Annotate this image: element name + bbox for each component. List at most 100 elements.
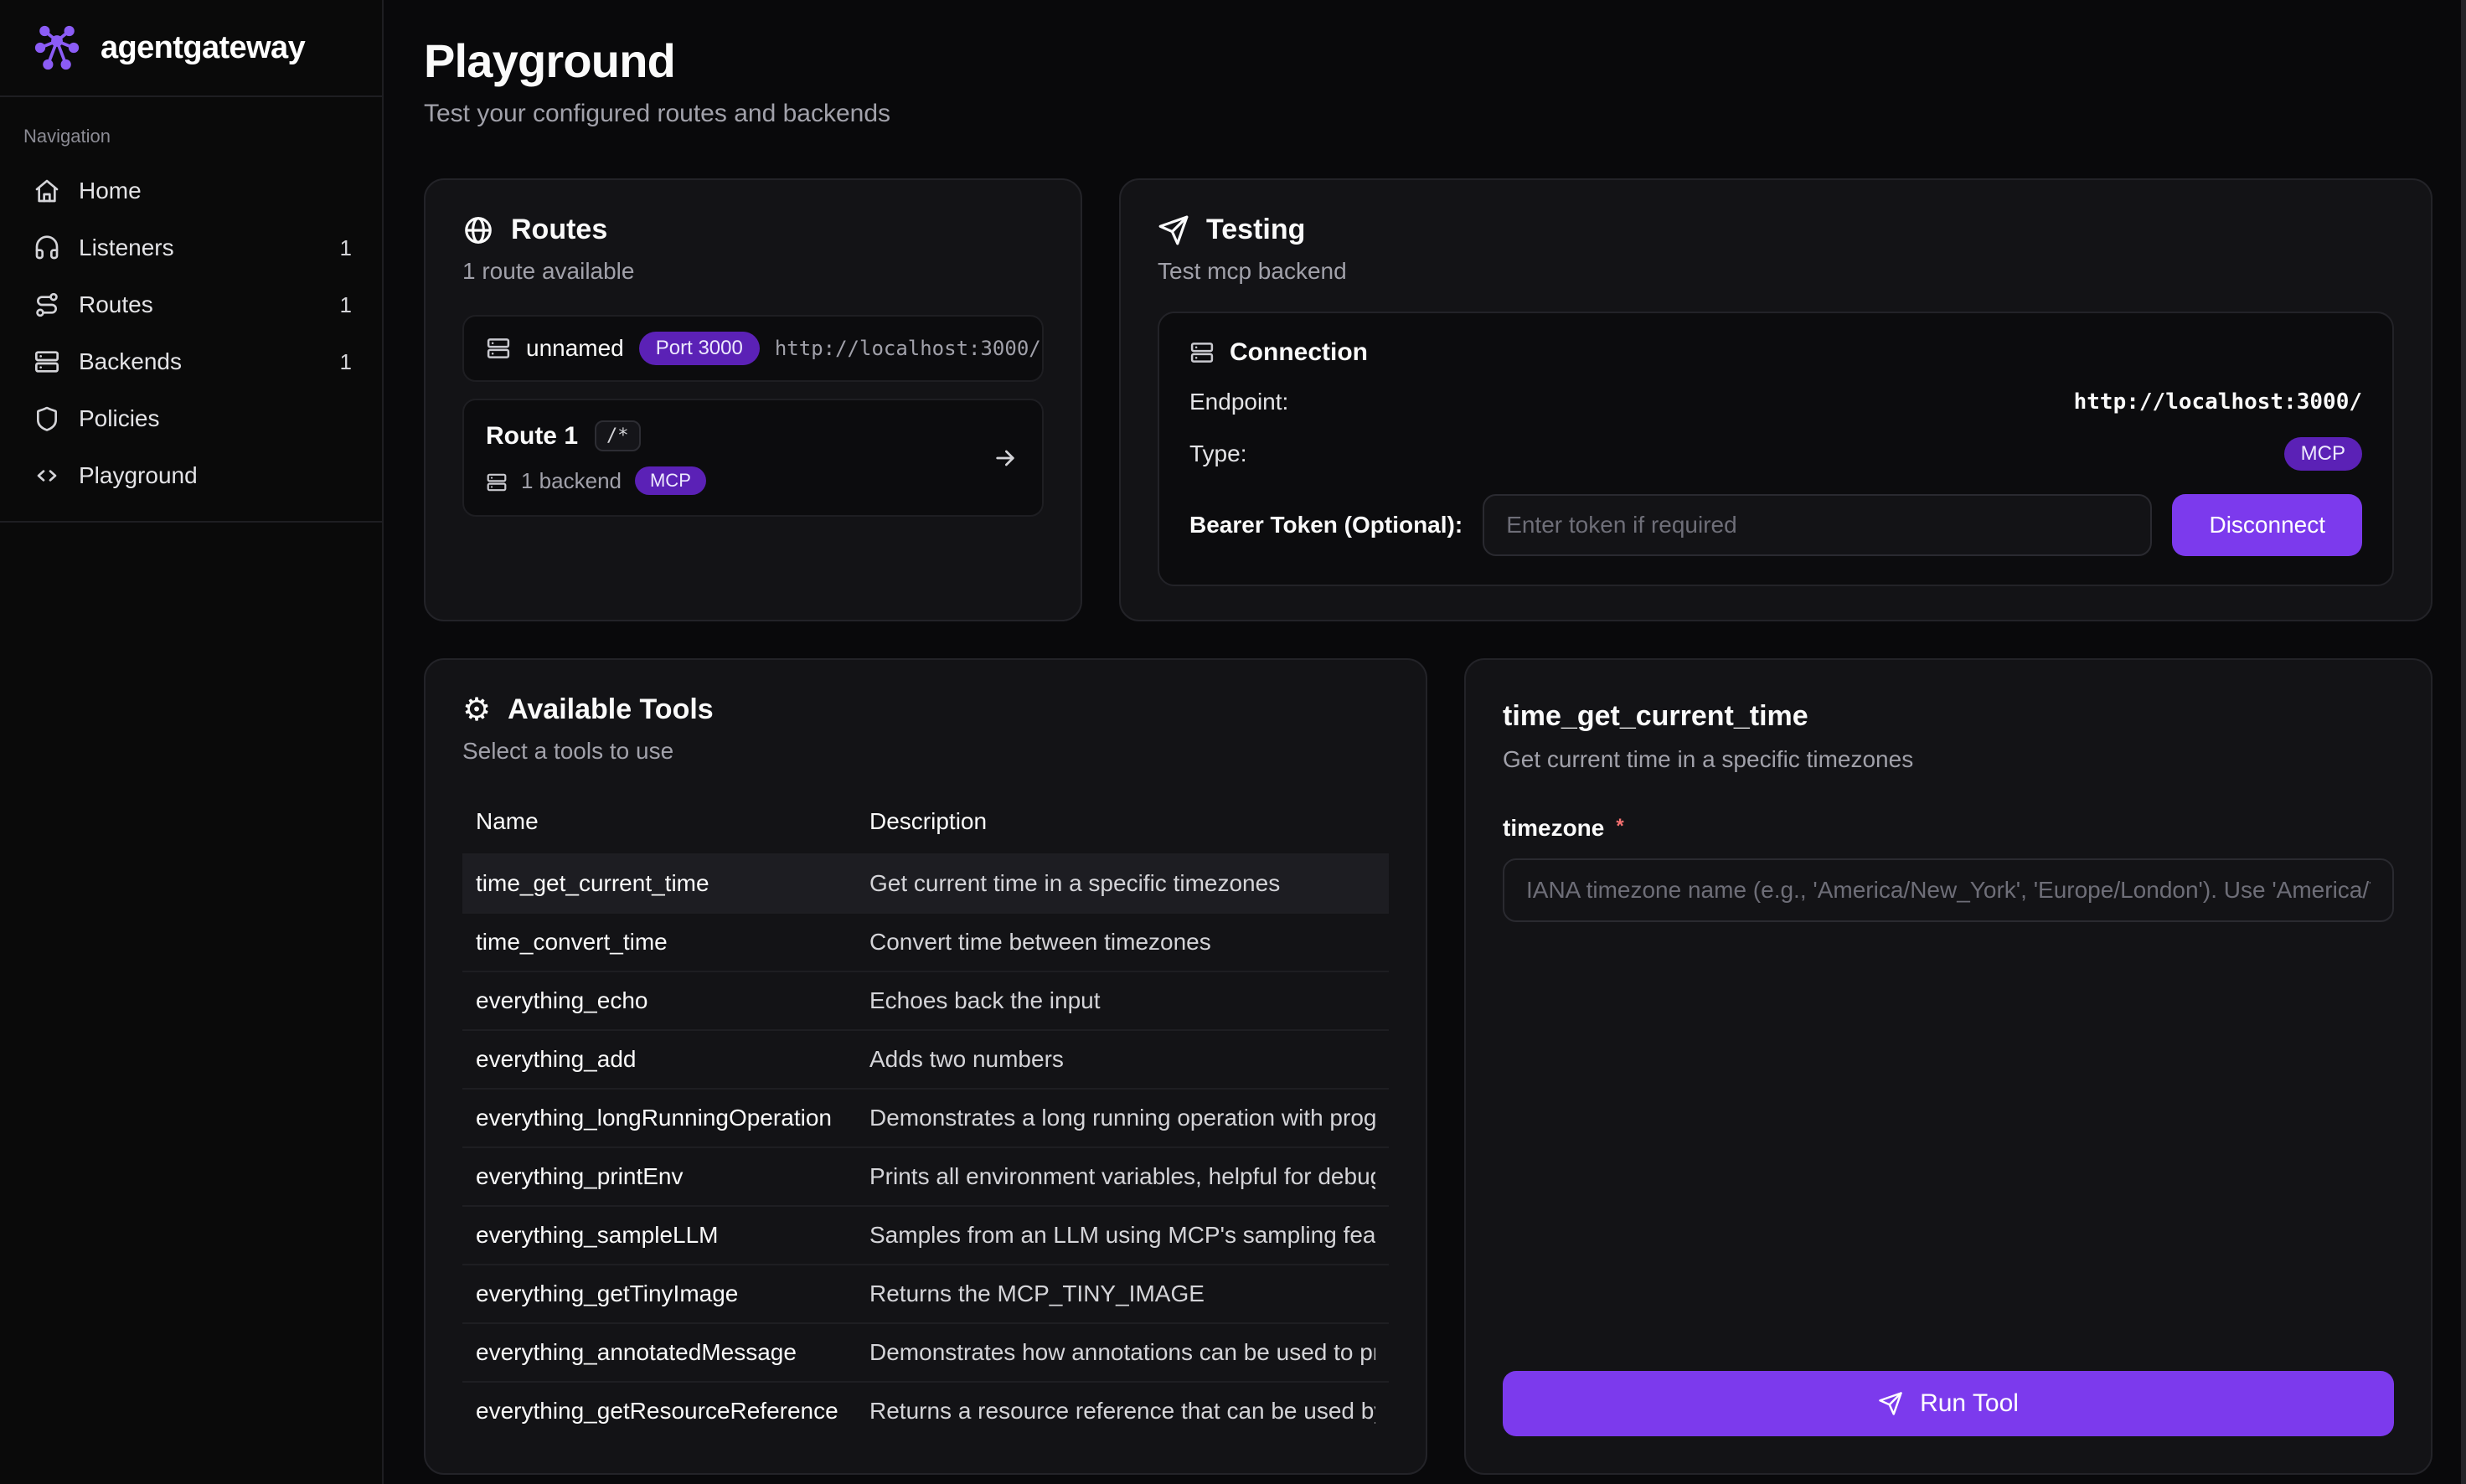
- column-header-name: Name: [476, 808, 869, 835]
- tool-description: Returns the MCP_TINY_IMAGE: [869, 1280, 1375, 1307]
- available-tools-card: ⚙ Available Tools Select a tools to use …: [424, 658, 1427, 1475]
- tool-description: Samples from an LLM using MCP's sampling…: [869, 1222, 1375, 1249]
- run-tool-label: Run Tool: [1920, 1389, 2019, 1418]
- tool-name: everything_getTinyImage: [476, 1280, 869, 1307]
- route-name: Route 1: [486, 422, 578, 451]
- connection-panel: Connection Endpoint: http://localhost:30…: [1158, 312, 2394, 586]
- tool-row-everything_getResourceReference[interactable]: everything_getResourceReference Returns …: [462, 1381, 1389, 1440]
- tool-description: Prints all environment variables, helpfu…: [869, 1163, 1375, 1190]
- top-row: Routes 1 route available unnamed Port 30…: [424, 178, 2432, 621]
- sidebar-item-label: Routes: [79, 291, 153, 318]
- tool-row-everything_sampleLLM[interactable]: everything_sampleLLM Samples from an LLM…: [462, 1205, 1389, 1264]
- routes-card: Routes 1 route available unnamed Port 30…: [424, 178, 1082, 621]
- sidebar-item-playground[interactable]: Playground: [0, 447, 382, 504]
- scrollbar[interactable]: [2461, 0, 2466, 1484]
- port-badge: Port 3000: [639, 332, 760, 365]
- server-rack-icon: [486, 470, 508, 492]
- required-marker: *: [1616, 815, 1623, 837]
- sidebar-item-routes[interactable]: Routes 1: [0, 276, 382, 333]
- timezone-input[interactable]: [1503, 858, 2394, 922]
- tool-name: everything_add: [476, 1046, 869, 1073]
- routes-card-header: Routes: [462, 214, 1044, 246]
- send-icon: [1878, 1391, 1903, 1416]
- bottom-row: ⚙ Available Tools Select a tools to use …: [424, 658, 2432, 1475]
- tool-row-everything_add[interactable]: everything_add Adds two numbers: [462, 1029, 1389, 1088]
- tool-name: everything_printEnv: [476, 1163, 869, 1190]
- home-icon: [34, 178, 60, 204]
- page-title: Playground: [424, 33, 2432, 88]
- sidebar: agentgateway Navigation Home Listeners 1: [0, 0, 384, 1484]
- tool-detail-card: time_get_current_time Get current time i…: [1464, 658, 2432, 1475]
- route-path-badge: /*: [595, 420, 641, 451]
- tool-name: everything_echo: [476, 987, 869, 1014]
- app-logo[interactable]: agentgateway: [0, 0, 382, 97]
- testing-card-subtitle: Test mcp backend: [1158, 258, 2394, 285]
- code-icon: [34, 462, 60, 489]
- tool-description: Demonstrates how annotations can be used…: [869, 1339, 1375, 1366]
- server-icon: [34, 348, 60, 375]
- listener-row[interactable]: unnamed Port 3000 http://localhost:3000/: [462, 315, 1044, 382]
- connection-title-row: Connection: [1189, 338, 2362, 367]
- tools-card-title: Available Tools: [508, 693, 714, 726]
- sidebar-divider: [0, 521, 382, 523]
- tool-row-everything_getTinyImage[interactable]: everything_getTinyImage Returns the MCP_…: [462, 1264, 1389, 1322]
- main-content: Playground Test your configured routes a…: [384, 0, 2466, 1484]
- listener-url: http://localhost:3000/: [775, 337, 1041, 360]
- routes-card-subtitle: 1 route available: [462, 258, 1044, 285]
- server-rack-icon: [486, 336, 511, 361]
- tools-card-subtitle: Select a tools to use: [462, 738, 1389, 765]
- routes-count-badge: 1: [340, 292, 352, 318]
- tool-name: everything_getResourceReference: [476, 1398, 869, 1425]
- tool-description: Get current time in a specific timezones: [869, 870, 1375, 897]
- disconnect-button[interactable]: Disconnect: [2172, 494, 2362, 556]
- column-header-description: Description: [869, 808, 1375, 835]
- server-rack-icon: [1189, 340, 1215, 365]
- tool-description: Echoes back the input: [869, 987, 1375, 1014]
- tool-row-everything_printEnv[interactable]: everything_printEnv Prints all environme…: [462, 1146, 1389, 1205]
- arrow-right-icon: [992, 445, 1019, 471]
- sidebar-item-label: Policies: [79, 405, 159, 432]
- sidebar-item-home[interactable]: Home: [0, 162, 382, 219]
- sidebar-item-policies[interactable]: Policies: [0, 390, 382, 447]
- nav-section-label: Navigation: [0, 97, 382, 162]
- tool-row-everything_annotatedMessage[interactable]: everything_annotatedMessage Demonstrates…: [462, 1322, 1389, 1381]
- agentgateway-logo-icon: [30, 21, 84, 75]
- tools-table-header: Name Description: [462, 795, 1389, 853]
- backends-count-badge: 1: [340, 349, 352, 375]
- route-type-badge: MCP: [635, 466, 706, 495]
- tool-description: Demonstrates a long running operation wi…: [869, 1105, 1375, 1131]
- tools-table: Name Description time_get_current_time G…: [462, 795, 1389, 1440]
- bearer-token-row: Bearer Token (Optional): Disconnect: [1189, 494, 2362, 556]
- testing-card-title: Testing: [1206, 214, 1305, 246]
- endpoint-value: http://localhost:3000/: [2074, 389, 2362, 415]
- globe-icon: [462, 214, 494, 246]
- tool-row-time_get_current_time[interactable]: time_get_current_time Get current time i…: [462, 853, 1389, 912]
- tool-name: time_get_current_time: [476, 870, 869, 897]
- tool-name: time_convert_time: [476, 929, 869, 956]
- gear-icon: ⚙: [462, 694, 491, 726]
- run-tool-button[interactable]: Run Tool: [1503, 1371, 2394, 1436]
- route-title-row: Route 1 /*: [486, 420, 1020, 451]
- page-subtitle: Test your configured routes and backends: [424, 100, 2432, 128]
- route-icon: [34, 291, 60, 318]
- listeners-count-badge: 1: [340, 235, 352, 261]
- sidebar-nav: Home Listeners 1 Routes 1 Backe: [0, 162, 382, 523]
- endpoint-label: Endpoint:: [1189, 389, 1288, 415]
- tool-description: Adds two numbers: [869, 1046, 1375, 1073]
- sidebar-item-label: Listeners: [79, 234, 174, 261]
- route-card[interactable]: Route 1 /* 1 backend MCP: [462, 399, 1044, 517]
- routes-card-title: Routes: [511, 214, 607, 246]
- sidebar-item-label: Backends: [79, 348, 182, 375]
- tool-row-everything_longRunningOperation[interactable]: everything_longRunningOperation Demonstr…: [462, 1088, 1389, 1146]
- shield-icon: [34, 405, 60, 432]
- tool-row-time_convert_time[interactable]: time_convert_time Convert time between t…: [462, 912, 1389, 971]
- endpoint-row: Endpoint: http://localhost:3000/: [1189, 389, 2362, 415]
- tool-description: Convert time between timezones: [869, 929, 1375, 956]
- tool-row-everything_echo[interactable]: everything_echo Echoes back the input: [462, 971, 1389, 1029]
- tool-name: everything_longRunningOperation: [476, 1105, 869, 1131]
- sidebar-item-listeners[interactable]: Listeners 1: [0, 219, 382, 276]
- sidebar-item-backends[interactable]: Backends 1: [0, 333, 382, 390]
- tool-description: Returns a resource reference that can be…: [869, 1398, 1375, 1425]
- bearer-token-input[interactable]: [1483, 494, 2152, 556]
- listener-name: unnamed: [526, 335, 624, 362]
